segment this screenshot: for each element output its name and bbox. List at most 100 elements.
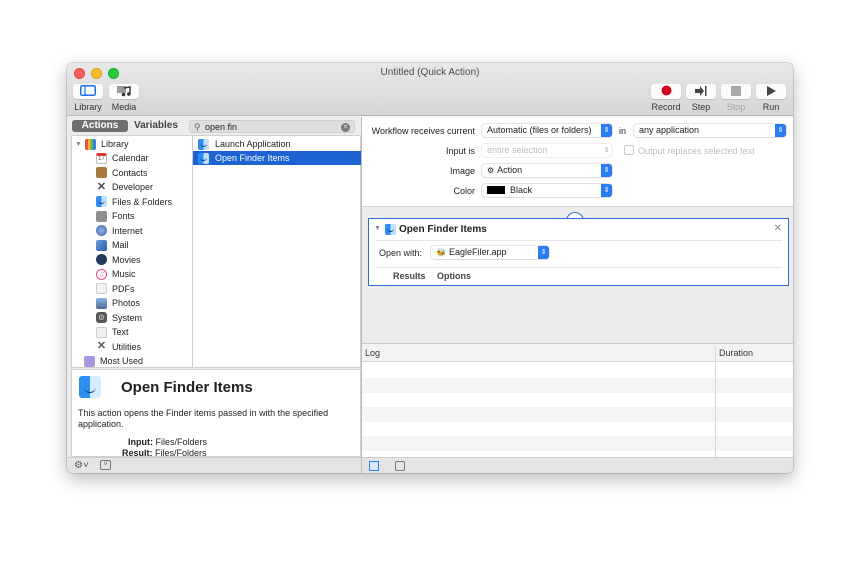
finder-icon [198,152,209,164]
library-item-internet[interactable]: Internet [96,224,143,238]
tab-results[interactable]: Results [393,271,426,281]
popup-arrows-icon: ⇕ [601,124,612,137]
log-row [362,422,793,437]
library-item-music[interactable]: ♫ Music [96,267,136,281]
tab-variables[interactable]: Variables [134,120,178,132]
library-item-utilities[interactable]: ✕ Utilities [96,340,141,354]
record-button[interactable] [651,84,681,99]
action-item-label: Launch Application [215,139,291,149]
library-panel: Actions Variables ⚲ open fin ✕ ▼ Library… [67,117,361,458]
mail-icon [96,239,107,251]
library-books-icon [84,138,96,150]
library-item-movies[interactable]: Movies [96,253,141,267]
log-row [362,363,793,378]
action-item-label: Open Finder Items [215,153,290,163]
open-with-label: Open with: [379,248,423,258]
step-button[interactable] [686,84,716,99]
log-header: Log Duration [362,344,793,362]
open-with-popup[interactable]: 🐝 EagleFiler.app ⇕ [431,246,549,259]
receives-value: Automatic (files or folders) [487,125,592,135]
library-item-photos[interactable]: Photos [96,296,140,310]
step-label: Step [691,102,711,112]
library-item-most-used[interactable]: Most Used [84,354,144,367]
library-item-label: Most Used [100,356,144,366]
media-button[interactable] [109,84,139,99]
stop-icon [731,85,741,98]
library-button[interactable] [73,84,103,99]
photos-icon [96,297,107,309]
finder-icon [96,196,107,207]
workflow-canvas[interactable]: ▼ Open Finder Items ✕ Open with: 🐝 EagleF… [362,208,793,342]
stop-button[interactable] [721,84,751,99]
contacts-icon [96,167,107,178]
calendar-icon: 17 [96,152,107,164]
media-icon [116,85,132,99]
music-icon: ♫ [96,268,107,280]
library-item-label: Photos [112,298,141,308]
receives-popup[interactable]: Automatic (files or folders) ⇕ [482,124,612,137]
search-field[interactable]: ⚲ open fin ✕ [189,120,355,133]
duration-column-header[interactable]: Duration [719,348,753,358]
run-icon [766,85,776,98]
input-is-popup[interactable]: entire selection ⇕ [482,144,612,157]
action-item-launch-application[interactable]: Launch Application [193,137,361,151]
record-label: Record [651,102,681,112]
window-title: Untitled (Quick Action) [380,67,480,78]
library-item-label: Text [112,327,129,337]
description-text: This action opens the Finder items passe… [78,408,329,429]
library-item-developer[interactable]: ✕ Developer [96,180,153,194]
remove-action-icon[interactable]: ✕ [774,223,782,234]
disclosure-triangle-icon[interactable]: ▼ [75,141,82,148]
action-item-open-finder-items[interactable]: Open Finder Items [193,151,361,165]
show-log-icon[interactable] [369,461,379,471]
pdf-icon [96,283,107,294]
finder-icon [79,376,101,398]
toggle-description-icon[interactable]: ˅ [100,460,111,470]
library-item-fonts[interactable]: Fonts [96,209,135,223]
tab-actions[interactable]: Actions [72,120,128,132]
log-table: Log Duration [362,343,793,458]
step-icon [695,85,707,98]
library-item-calendar[interactable]: 17 Calendar [96,151,149,165]
library-item-label: Mail [112,240,129,250]
library-item-system[interactable]: ⚙ System [96,311,142,325]
clear-search-icon[interactable]: ✕ [341,123,350,132]
input-key: Input: [128,437,153,447]
library-item-label: Fonts [112,211,135,221]
popup-arrows-icon: ⇕ [775,124,786,137]
column-separator[interactable] [715,347,716,458]
image-label: Image [449,166,475,176]
library-item-pdfs[interactable]: PDFs [96,282,135,296]
search-input[interactable]: open fin [205,122,237,132]
library-item-label: Internet [112,225,143,236]
library-item-label: Developer [112,182,154,192]
output-replaces-checkbox[interactable] [624,145,634,155]
popup-arrows-icon: ⇕ [603,147,610,154]
show-variables-icon[interactable] [395,461,405,471]
library-icon [80,85,96,98]
library-item-mail[interactable]: Mail [96,238,129,252]
stop-label: Stop [726,102,746,112]
application-popup[interactable]: any application ⇕ [634,124,786,137]
library-item-label: Calendar [112,153,149,163]
log-row [362,436,793,451]
gear-menu-icon[interactable]: ⚙˅ [74,460,89,471]
collapse-triangle-icon[interactable]: ▼ [374,225,381,232]
workflow-settings: Workflow receives current Automatic (fil… [362,117,793,207]
library-item-files-folders[interactable]: Files & Folders [96,195,172,209]
color-popup[interactable]: Black ⇕ [482,184,612,197]
search-icon: ⚲ [194,122,201,132]
library-root[interactable]: ▼ Library [75,137,128,151]
log-column-header[interactable]: Log [365,348,380,358]
actions-list[interactable]: Launch Application Open Finder Items [193,135,361,368]
library-item-label: Movies [112,254,141,265]
library-tree[interactable]: ▼ Library 17 Calendar Contacts ✕ Develop… [71,135,193,368]
library-item-label: Files & Folders [112,196,173,207]
library-item-text[interactable]: Text [96,325,129,339]
popup-arrows-icon: ⇕ [601,164,612,177]
action-card-open-finder-items[interactable]: ▼ Open Finder Items ✕ Open with: 🐝 EagleF… [368,218,789,286]
library-item-contacts[interactable]: Contacts [96,166,148,180]
run-button[interactable] [756,84,786,99]
image-popup[interactable]: ⚙ Action ⇕ [482,164,612,177]
tab-options[interactable]: Options [437,271,471,281]
